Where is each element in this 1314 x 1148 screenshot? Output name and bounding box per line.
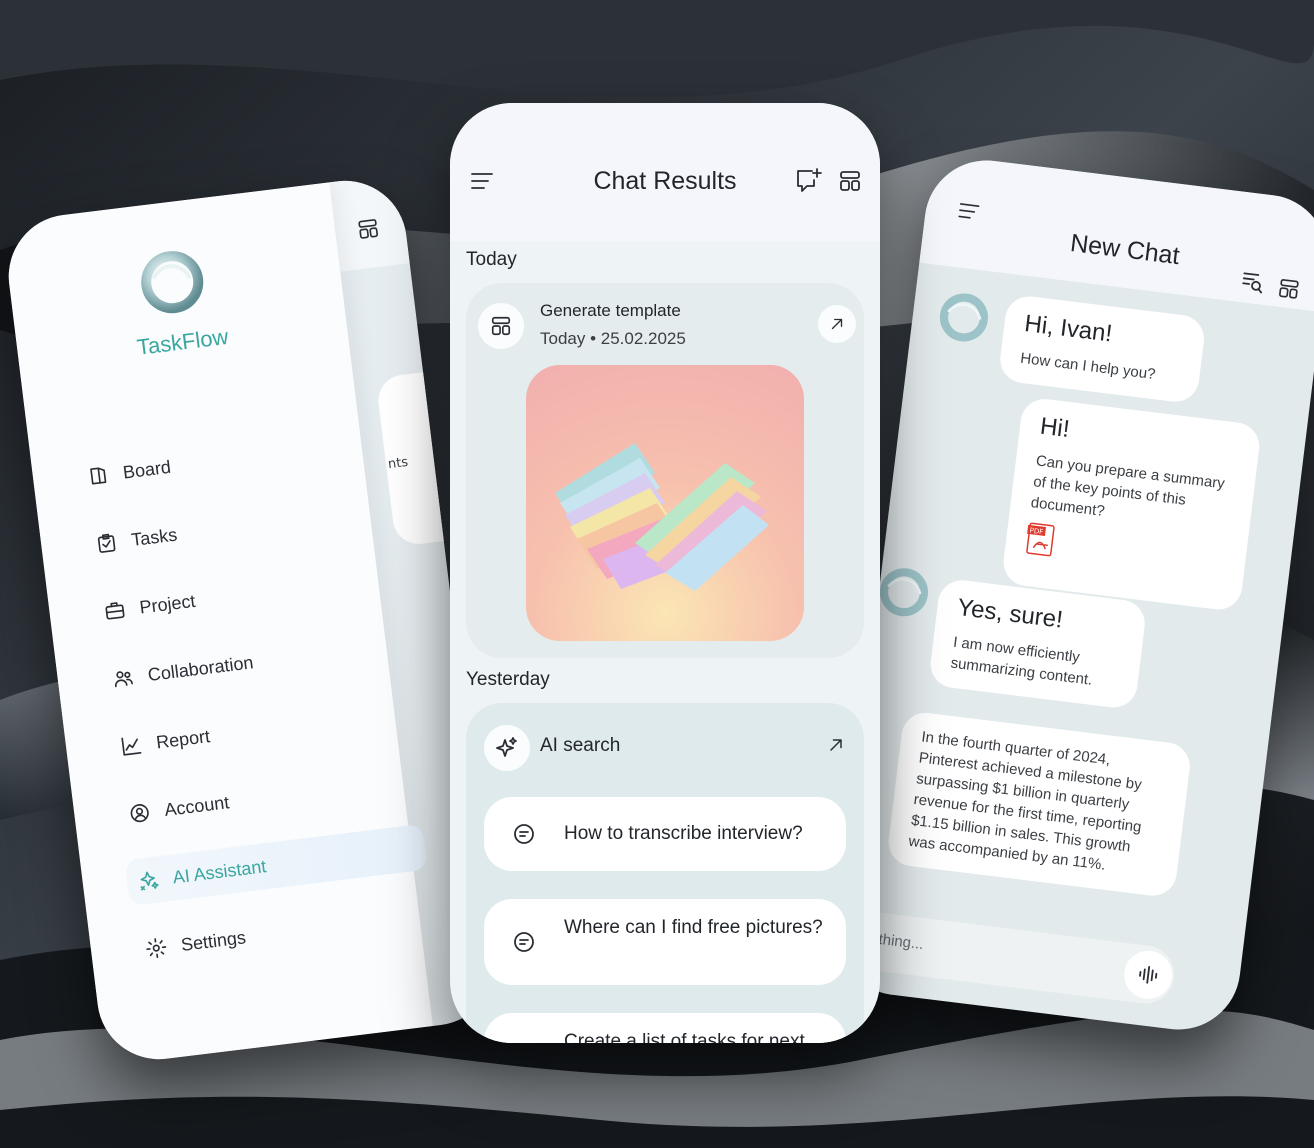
- card-title: AI search: [540, 735, 621, 756]
- waveform-icon: [1139, 965, 1158, 984]
- new-chat-icon[interactable]: [794, 167, 824, 195]
- nav-label: Collaboration: [146, 651, 255, 685]
- tasks-icon: [97, 533, 116, 553]
- gear-icon: [146, 938, 167, 959]
- suggestion-text: Create a list of tasks for next: [564, 1031, 805, 1043]
- assistant-avatar: [879, 568, 929, 617]
- pdf-file-icon[interactable]: PDF: [1024, 521, 1058, 558]
- taskflow-logo-icon: [141, 251, 204, 314]
- ai-icon: [140, 871, 159, 891]
- assistant-message: Hi, Ivan! How can I help you?: [997, 293, 1207, 405]
- nav-label: AI Assistant: [171, 855, 268, 888]
- nav-item-ai-assistant[interactable]: AI Assistant: [124, 823, 428, 907]
- nav-label: Report: [154, 725, 212, 753]
- nav-item-tasks[interactable]: Tasks: [83, 486, 386, 568]
- ai-search-card: AI search How to transcribe interview? W…: [466, 703, 864, 1043]
- message-text: I am now efficiently summarizing content…: [949, 633, 1094, 689]
- brand-name: TaskFlow: [135, 323, 230, 360]
- suggestion-item[interactable]: Create a list of tasks for next: [484, 1013, 846, 1043]
- section-yesterday: Yesterday: [466, 669, 550, 690]
- pdf-label: PDF: [1029, 527, 1044, 537]
- nav-item-report[interactable]: Report: [108, 689, 411, 771]
- assistant-message: Yes, sure! I am now efficiently summariz…: [927, 577, 1148, 711]
- account-icon: [130, 804, 149, 823]
- sparkle-icon-wrap: [484, 725, 530, 771]
- nav-label: Settings: [179, 926, 247, 955]
- layout-icon[interactable]: [838, 169, 862, 193]
- nav-label: Tasks: [130, 524, 179, 550]
- chat-bubble-icon: [514, 824, 534, 844]
- arrow-up-right-icon[interactable]: [826, 735, 846, 755]
- chart-icon: [121, 737, 142, 756]
- user-message: Hi! Can you prepare a summary of the key…: [1000, 396, 1262, 613]
- card-title: Generate template: [540, 301, 681, 320]
- users-icon: [114, 671, 133, 688]
- sparkle-icon: [496, 737, 517, 757]
- message-text: Can you prepare a summary of the key poi…: [1029, 452, 1226, 521]
- nav-label: Project: [138, 590, 197, 618]
- paper-stack-illustration: [555, 443, 769, 591]
- nav-label: Board: [121, 456, 172, 483]
- layout-icon[interactable]: [356, 217, 381, 242]
- chat-input[interactable]: anything...: [833, 907, 1178, 1007]
- nav-label: Account: [163, 791, 231, 820]
- open-button[interactable]: [818, 305, 856, 343]
- board-icon: [90, 467, 107, 485]
- message-text: In the fourth quarter of 2024, Pinterest…: [907, 728, 1143, 874]
- assistant-summary: In the fourth quarter of 2024, Pinterest…: [885, 710, 1193, 899]
- chat-result-card[interactable]: Generate template Today • 25.02.2025: [466, 283, 864, 658]
- template-icon-wrap: [478, 303, 524, 349]
- card-date: Today • 25.02.2025: [540, 329, 686, 348]
- suggestion-item[interactable]: Where can I find free pictures?: [484, 899, 846, 985]
- section-today: Today: [466, 249, 517, 270]
- search-list-icon[interactable]: [1239, 268, 1266, 295]
- nav-item-settings[interactable]: Settings: [133, 891, 436, 973]
- chat-results-phone: Chat Results Today Generate template Tod…: [450, 103, 880, 1043]
- chat-bubble-icon: [514, 932, 534, 952]
- nav-item-account[interactable]: Account: [116, 756, 419, 838]
- nav-item-project[interactable]: Project: [91, 554, 394, 636]
- assistant-avatar: [939, 293, 988, 342]
- layout-icon: [491, 316, 511, 336]
- peek-text: nts: [387, 454, 409, 473]
- briefcase-icon: [105, 602, 125, 620]
- generated-image[interactable]: [526, 365, 804, 641]
- layout-icon[interactable]: [1277, 277, 1302, 302]
- suggestion-item[interactable]: How to transcribe interview?: [484, 797, 846, 871]
- nav-item-collaboration[interactable]: Collaboration: [99, 621, 402, 703]
- arrow-up-right-icon: [831, 318, 843, 330]
- nav-item-board[interactable]: Board: [75, 419, 378, 501]
- suggestion-text: How to transcribe interview?: [564, 823, 803, 844]
- suggestion-text: Where can I find free pictures?: [564, 917, 823, 938]
